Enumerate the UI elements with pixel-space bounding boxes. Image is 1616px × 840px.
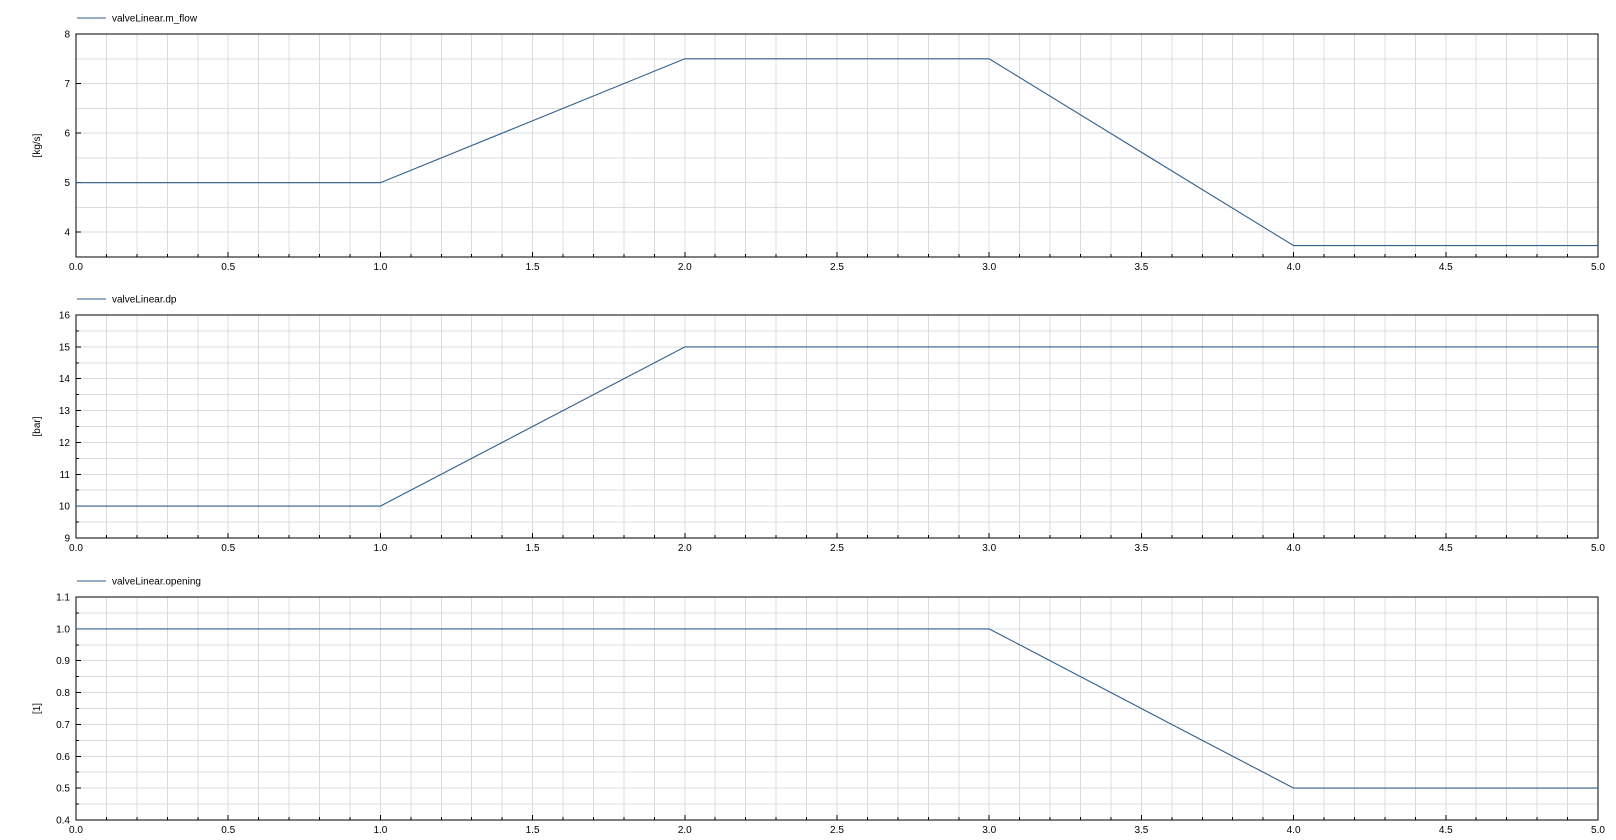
x-tick-label: 2.5 [830, 825, 844, 836]
x-tick-label: 0.0 [69, 543, 83, 554]
legend-label: valveLinear.dp [112, 295, 177, 306]
x-tick-label: 3.5 [1134, 262, 1148, 273]
legend-label: valveLinear.m_flow [112, 14, 198, 25]
y-tick-label: 14 [59, 374, 71, 385]
x-tick-label: 1.5 [526, 825, 540, 836]
chart-panel-2: 0.0 0.5 1.0 1.5 2.0 2.5 3.0 3.5 4.0 4.5 5.0 9 10 11 12… [32, 295, 1605, 555]
x-tick-label: 5.0 [1591, 543, 1605, 554]
x-tick-label: 3.5 [1134, 825, 1148, 836]
x-tick-label: 3.0 [982, 825, 996, 836]
y-tick-label: 1.0 [56, 624, 70, 635]
x-tick-label: 1.5 [526, 543, 540, 554]
x-tick-label: 4.5 [1439, 543, 1453, 554]
y-tick-label: 0.6 [56, 752, 70, 763]
x-tick-label: 4.0 [1287, 543, 1301, 554]
x-tick-label: 2.0 [678, 262, 692, 273]
y-tick-label: 0.7 [56, 720, 70, 731]
y-tick-label: 0.5 [56, 784, 70, 795]
x-tick-label: 1.0 [373, 543, 387, 554]
x-tick-label: 0.5 [221, 825, 235, 836]
y-tick-label: 5 [64, 178, 70, 189]
y-tick-label: 4 [64, 228, 70, 239]
y-axis-label: [bar] [32, 416, 43, 436]
x-tick-label: 1.5 [526, 262, 540, 273]
y-tick-label: 0.9 [56, 656, 70, 667]
plot-window: 0.0 0.5 1.0 1.5 2.0 2.5 3.0 3.5 4.0 4.5 5.0 4 5 6 7 8 [k… [32, 14, 1605, 837]
x-tick-label: 5.0 [1591, 262, 1605, 273]
x-tick-label: 3.0 [982, 262, 996, 273]
y-tick-label: 15 [59, 342, 71, 353]
x-tick-label: 2.0 [678, 825, 692, 836]
y-tick-label: 12 [59, 438, 71, 449]
x-tick-label: 4.5 [1439, 825, 1453, 836]
y-axis-label: [kg/s] [32, 133, 43, 157]
x-tick-label: 0.5 [221, 543, 235, 554]
x-tick-label: 5.0 [1591, 825, 1605, 836]
y-tick-label: 11 [60, 470, 71, 481]
x-tick-label: 1.0 [373, 262, 387, 273]
x-tick-label: 0.0 [69, 825, 83, 836]
x-tick-label: 4.0 [1287, 262, 1301, 273]
y-tick-label: 10 [59, 502, 71, 513]
y-tick-label: 9 [64, 534, 70, 545]
y-tick-label: 7 [64, 79, 70, 90]
y-tick-label: 16 [59, 311, 71, 322]
chart-panel-1: 0.0 0.5 1.0 1.5 2.0 2.5 3.0 3.5 4.0 4.5 5.0 4 5 6 7 8 [k… [32, 14, 1605, 274]
x-tick-label: 3.0 [982, 543, 996, 554]
x-tick-label: 1.0 [373, 825, 387, 836]
y-tick-label: 8 [64, 30, 70, 41]
x-tick-label: 0.5 [221, 262, 235, 273]
x-tick-label: 2.0 [678, 543, 692, 554]
legend-label: valveLinear.opening [112, 577, 201, 588]
y-tick-label: 6 [64, 129, 70, 140]
x-tick-label: 2.5 [830, 262, 844, 273]
x-tick-label: 4.5 [1439, 262, 1453, 273]
y-tick-label: 0.4 [56, 816, 70, 827]
chart-panel-3: 0.0 0.5 1.0 1.5 2.0 2.5 3.0 3.5 4.0 4.5 5.0 0.4 0.5 0… [32, 577, 1605, 837]
y-axis-label: [1] [32, 703, 43, 714]
x-tick-label: 3.5 [1134, 543, 1148, 554]
x-tick-label: 0.0 [69, 262, 83, 273]
y-tick-label: 1.1 [56, 593, 70, 604]
x-tick-label: 4.0 [1287, 825, 1301, 836]
x-tick-label: 2.5 [830, 543, 844, 554]
y-tick-label: 0.8 [56, 688, 70, 699]
y-tick-label: 13 [59, 406, 71, 417]
